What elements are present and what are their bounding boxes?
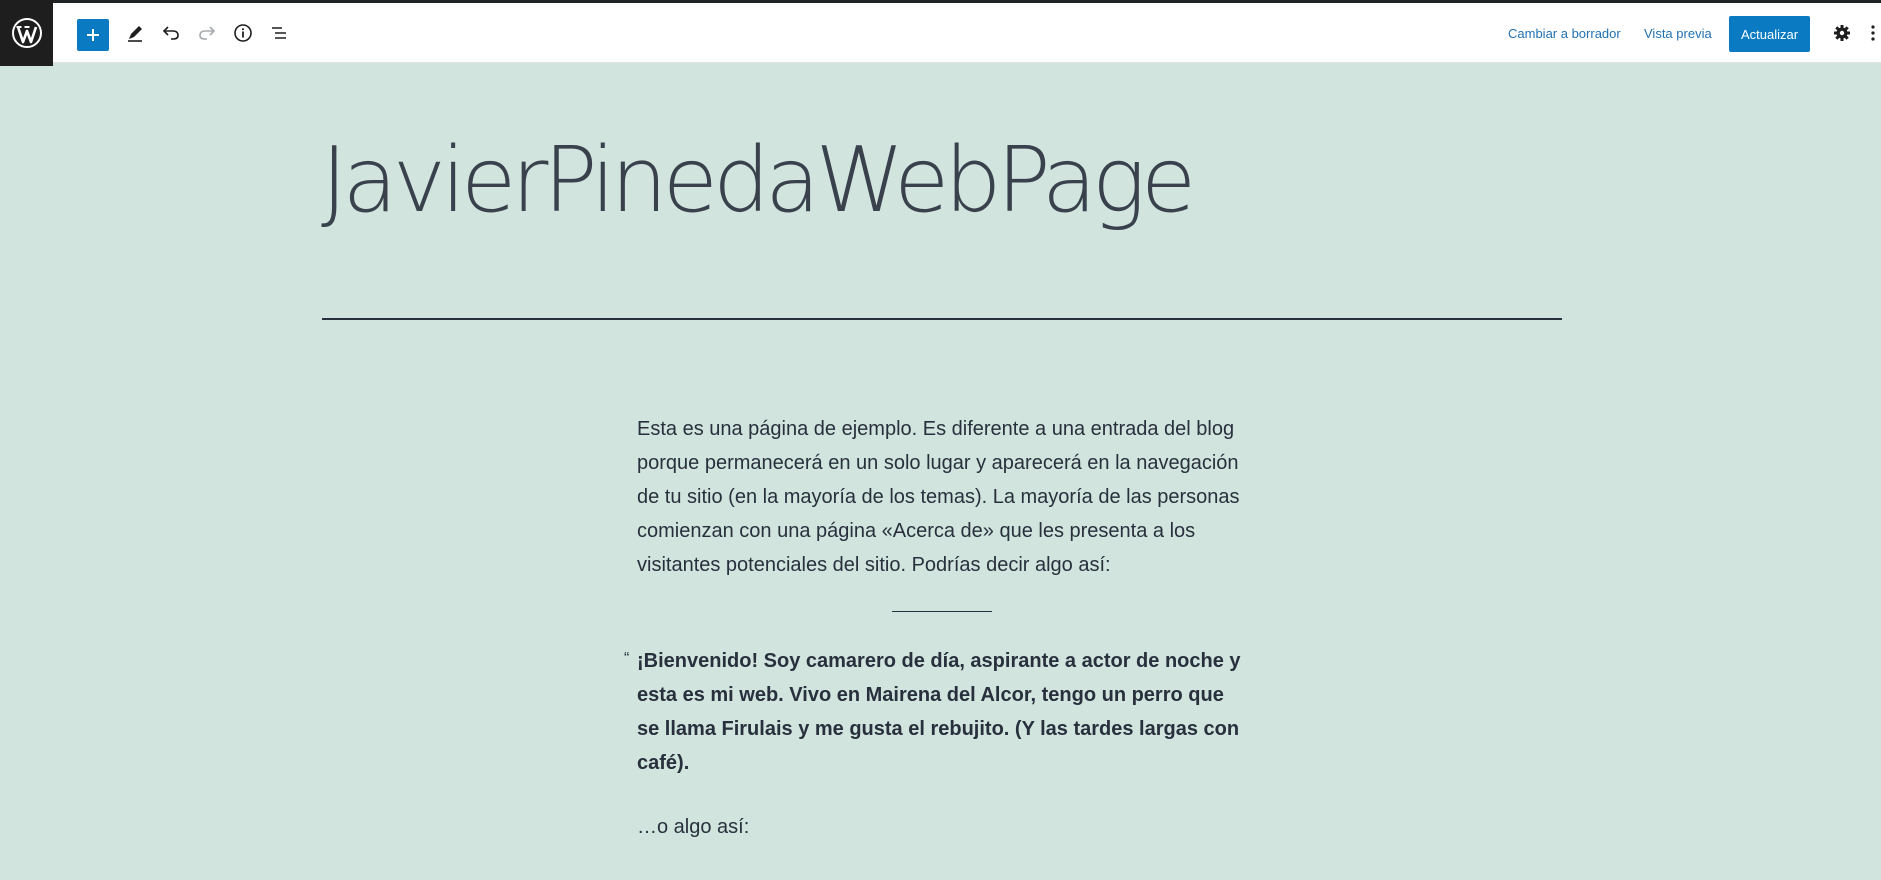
options-button[interactable] <box>1865 18 1881 48</box>
details-button[interactable] <box>228 18 258 48</box>
redo-icon <box>199 26 216 40</box>
quote-block[interactable]: ¡Bienvenido! Soy camarero de día, aspira… <box>637 644 1247 780</box>
editor-toolbar: Cambiar a borrador Vista previa Actualiz… <box>0 0 1881 66</box>
settings-button[interactable] <box>1827 18 1857 48</box>
wordpress-logo-icon[interactable] <box>0 0 53 66</box>
pencil-icon <box>128 26 142 42</box>
list-view-icon <box>272 27 286 39</box>
tools-button[interactable] <box>120 18 150 48</box>
plus-icon <box>87 29 99 41</box>
preview-button[interactable]: Vista previa <box>1644 26 1712 41</box>
quote-mark: “ <box>624 650 630 667</box>
separator-block[interactable] <box>892 611 992 612</box>
title-divider <box>322 318 1562 320</box>
undo-icon <box>162 26 179 40</box>
paragraph-block[interactable]: Esta es una página de ejemplo. Es difere… <box>637 412 1247 582</box>
more-vertical-icon <box>1871 25 1875 41</box>
redo-button[interactable] <box>192 18 222 48</box>
info-icon <box>234 24 252 42</box>
undo-button[interactable] <box>156 18 186 48</box>
paragraph-block-2[interactable]: …o algo así: <box>637 810 1247 844</box>
switch-to-draft-button[interactable]: Cambiar a borrador <box>1508 26 1621 41</box>
page-title[interactable]: JavierPinedaWebPage <box>321 128 1196 233</box>
list-view-button[interactable] <box>264 18 294 48</box>
update-button[interactable]: Actualizar <box>1729 16 1810 52</box>
add-block-button[interactable] <box>77 19 109 51</box>
gear-icon <box>1834 25 1850 41</box>
